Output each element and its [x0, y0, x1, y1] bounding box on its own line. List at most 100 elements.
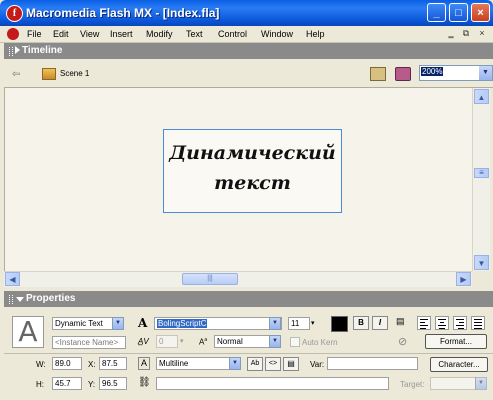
instance-name-field[interactable]: <Instance Name> — [52, 336, 126, 349]
scroll-left-icon[interactable]: ◀ — [5, 272, 20, 286]
menu-window[interactable]: Window — [261, 29, 293, 39]
stage-text: Динамический текст — [164, 138, 341, 198]
align-left-icon[interactable] — [417, 316, 431, 330]
chevron-down-icon[interactable]: ▼ — [229, 357, 241, 370]
edit-bar: ⇦ Scene 1 200% ▼ — [4, 60, 493, 88]
stage-text-line1: Динамический — [169, 142, 336, 164]
width-field[interactable]: 89.0 — [52, 357, 82, 370]
properties-panel: A Dynamic Text ▼ <Instance Name> A Bolin… — [4, 307, 493, 400]
window-title: Macromedia Flash MX - [Index.fla] — [26, 6, 220, 20]
document-icon[interactable] — [7, 28, 19, 40]
auto-kern-label: Auto Kern — [302, 338, 338, 347]
menu-edit[interactable]: Edit — [53, 29, 69, 39]
chevron-down-icon[interactable]: ▼ — [269, 317, 281, 330]
scroll-up-icon[interactable]: ▲ — [474, 89, 489, 104]
minimize-button[interactable]: _ — [427, 3, 446, 22]
tracking-icon: A̲V — [138, 337, 149, 346]
height-field[interactable]: 45.7 — [52, 377, 82, 390]
timeline-label: Timeline — [22, 45, 63, 56]
character-button[interactable]: Character... — [430, 357, 488, 372]
menu-file[interactable]: File — [27, 29, 42, 39]
menu-view[interactable]: View — [80, 29, 99, 39]
title-bar: f Macromedia Flash MX - [Index.fla] _ □ … — [0, 0, 493, 26]
x-label: X: — [88, 360, 96, 369]
stage-text-line2: текст — [214, 172, 291, 194]
chevron-down-icon[interactable]: ▼ — [475, 377, 487, 390]
target-select[interactable] — [430, 377, 476, 390]
properties-panel-header[interactable]: Properties — [4, 291, 493, 307]
flash-app-icon[interactable]: f — [6, 5, 23, 22]
back-arrow-icon[interactable]: ⇦ — [12, 69, 20, 80]
scene-icon — [42, 68, 56, 80]
align-right-icon[interactable] — [453, 316, 467, 330]
stage-canvas[interactable]: Динамический текст — [4, 88, 476, 271]
scene-label[interactable]: Scene 1 — [60, 69, 89, 78]
chevron-down-icon[interactable]: ▼ — [112, 317, 124, 330]
scroll-thumb[interactable]: ≡ — [474, 168, 489, 178]
font-icon: A — [138, 316, 148, 330]
zoom-select[interactable]: 200% ▼ — [419, 65, 493, 81]
menu-text[interactable]: Text — [186, 29, 203, 39]
y-field[interactable]: 96.5 — [99, 377, 127, 390]
link-icon: ⛓ — [138, 377, 151, 388]
menu-control[interactable]: Control — [218, 29, 247, 39]
italic-button[interactable]: I — [372, 316, 388, 330]
menu-modify[interactable]: Modify — [146, 29, 173, 39]
scroll-thumb[interactable]: ||| — [182, 273, 238, 285]
var-label: Var: — [310, 360, 325, 369]
collapse-arrow-icon[interactable] — [16, 297, 24, 302]
menu-insert[interactable]: Insert — [110, 29, 133, 39]
vertical-scrollbar[interactable]: ▲ ≡ ▼ — [472, 88, 490, 271]
var-field[interactable] — [327, 357, 418, 370]
align-center-icon[interactable] — [435, 316, 449, 330]
grip-icon[interactable] — [9, 295, 13, 304]
text-color-swatch[interactable] — [331, 316, 348, 332]
chevron-down-icon[interactable]: ▼ — [479, 66, 492, 80]
line-type-select[interactable]: Multiline — [156, 357, 240, 370]
timeline-panel-header[interactable]: Timeline — [4, 43, 493, 59]
width-label: W: — [36, 360, 46, 369]
x-field[interactable]: 87.5 — [99, 357, 127, 370]
align-justify-icon[interactable] — [471, 316, 485, 330]
chevron-down-icon[interactable]: ▼ — [269, 335, 281, 348]
grip-icon[interactable] — [9, 47, 13, 56]
maximize-button[interactable]: □ — [449, 3, 468, 22]
url-field[interactable] — [156, 377, 389, 390]
menu-help[interactable]: Help — [306, 29, 325, 39]
baseline-icon: Aa — [199, 337, 208, 347]
render-html-icon[interactable]: <> — [265, 357, 281, 371]
tracking-arrow-icon[interactable]: ▾ — [180, 337, 184, 345]
scroll-down-icon[interactable]: ▼ — [474, 255, 489, 270]
menu-bar: File Edit View Insert Modify Text Contro… — [0, 26, 493, 43]
font-size-field[interactable]: 11 — [288, 317, 310, 330]
text-tool-icon: A — [12, 316, 44, 348]
doc-minimize-icon[interactable]: ‗ — [445, 28, 457, 39]
zoom-value: 200% — [421, 67, 444, 76]
tracking-field[interactable]: 0 — [156, 335, 178, 348]
size-slider-arrow-icon[interactable]: ▾ — [311, 319, 315, 327]
show-border-icon[interactable]: ▤ — [283, 357, 299, 371]
line-type-icon: A — [138, 357, 150, 370]
text-type-select[interactable]: Dynamic Text — [52, 317, 114, 330]
font-select[interactable]: BolingScriptC — [154, 317, 282, 330]
edit-scene-icon[interactable] — [370, 67, 386, 81]
text-direction-icon[interactable]: ▤ — [396, 316, 405, 327]
auto-kern-checkbox[interactable] — [290, 337, 300, 347]
doc-restore-icon[interactable]: ⧉ — [460, 28, 472, 39]
bold-button[interactable]: B — [353, 316, 369, 330]
url-link-icon[interactable]: ⊘ — [398, 335, 407, 348]
close-button[interactable]: × — [471, 3, 490, 22]
edit-symbols-icon[interactable] — [395, 67, 411, 81]
dynamic-text-box[interactable]: Динамический текст — [163, 129, 342, 213]
format-button[interactable]: Format... — [425, 334, 487, 349]
properties-label: Properties — [26, 293, 76, 304]
doc-close-icon[interactable]: × — [476, 28, 488, 39]
divider — [4, 353, 493, 354]
font-name: BolingScriptC — [157, 319, 208, 328]
horizontal-scrollbar[interactable]: ◀ ||| ▶ — [4, 271, 472, 287]
target-label: Target: — [400, 380, 425, 389]
scroll-right-icon[interactable]: ▶ — [456, 272, 471, 286]
expand-arrow-icon[interactable] — [15, 46, 20, 54]
selectable-icon[interactable]: Ab — [247, 357, 263, 371]
height-label: H: — [36, 380, 44, 389]
